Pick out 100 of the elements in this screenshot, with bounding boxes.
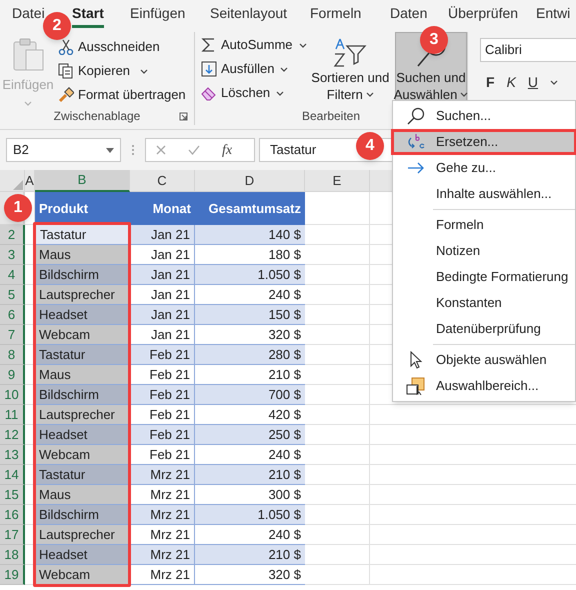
menu-item[interactable]: Inhalte auswählen... [393,181,575,207]
ribbon-button[interactable]: AutoSumme [201,34,308,56]
check-icon [188,145,200,155]
row-header[interactable]: 19 [0,565,25,585]
table-cell: Headset [35,545,130,565]
table-cell: Feb 21 [130,405,195,425]
row-header[interactable]: 14 [0,465,25,485]
table-cell: Bildschirm [35,385,130,405]
dropdown-arrow-icon [106,148,114,152]
row-header[interactable]: 13 [0,445,25,465]
ribbon-button[interactable]: Kopieren [56,60,188,82]
table-cell: Feb 21 [130,425,195,445]
table-cell: 210 $ [195,465,305,485]
grip-icon [131,144,135,156]
cancel-icon [156,145,166,155]
row-header[interactable]: 17 [0,525,25,545]
ribbon-button[interactable]: Format übertragen [56,84,188,106]
row-header[interactable]: 4 [0,265,25,285]
grid-cell [305,525,370,545]
row-header[interactable]: 2 [0,225,25,245]
table-header-cell: Gesamtumsatz [195,192,305,225]
group-label: Zwischenablage [54,108,140,125]
table-cell: Headset [35,305,130,325]
table-cell: 150 $ [195,305,305,325]
column-header[interactable]: C [130,170,195,192]
row-header[interactable]: 3 [0,245,25,265]
menu-item[interactable]: Auswahlbereich... [393,373,575,399]
table-header-cell: Monat [130,192,195,225]
format-button[interactable]: F [486,72,495,93]
table-cell: Feb 21 [130,445,195,465]
table-cell: Tastatur [35,465,130,485]
row-header[interactable]: 9 [0,365,25,385]
table-cell: 210 $ [195,545,305,565]
row-header[interactable]: 18 [0,545,25,565]
table-cell: Mrz 21 [130,465,195,485]
font-name-field[interactable]: Calibri [480,38,576,62]
row-header[interactable]: 11 [0,405,25,425]
menu-item[interactable]: Datenüberprüfung [393,316,575,342]
menu-item[interactable]: Suchen... [393,103,575,129]
row-header[interactable]: 6 [0,305,25,325]
column-header[interactable]: D [195,170,305,192]
function-button[interactable]: fx [222,140,232,160]
menu-item[interactable]: Bedingte Formatierung [393,264,575,290]
format-button[interactable]: K [506,72,516,93]
ribbon-button[interactable]: Ausfüllen [201,58,308,80]
ribbon-button[interactable]: Löschen [201,82,308,104]
format-button[interactable]: U [528,72,538,93]
ribbon-tab[interactable]: Daten [390,5,428,28]
column-header[interactable]: B [35,170,130,192]
table-cell: Webcam [35,325,130,345]
ribbon-tab[interactable]: Entwi [536,5,570,28]
grid-cell [305,405,370,425]
column-header[interactable]: E [305,170,370,192]
table-cell: Webcam [35,445,130,465]
row-header[interactable]: 16 [0,505,25,525]
table-cell: Feb 21 [130,365,195,385]
row-header[interactable]: 8 [0,345,25,365]
table-cell: 700 $ [195,385,305,405]
table-cell: Jan 21 [130,225,195,245]
scissors-icon [58,39,74,55]
arrow-right-icon [407,162,425,174]
table-cell: Tastatur [35,225,130,245]
search-icon [407,107,425,125]
pointer-icon [409,351,423,369]
ribbon-tab[interactable]: Datei [12,5,45,28]
grid-cell [305,485,370,505]
menu-item[interactable]: Formeln [393,212,575,238]
table-cell: Jan 21 [130,305,195,325]
row-header[interactable]: 5 [0,285,25,305]
menu-item[interactable]: Objekte auswählen [393,347,575,373]
table-cell: Lautsprecher [35,285,130,305]
table-cell: Tastatur [35,345,130,365]
menu-item[interactable]: Ersetzen... [391,129,576,155]
table-cell: Mrz 21 [130,565,195,585]
row-header[interactable]: 12 [0,425,25,445]
table-cell: Maus [35,365,130,385]
table-cell: Webcam [35,565,130,585]
fill-down-icon [201,61,217,77]
column-header[interactable]: A [25,170,35,192]
ribbon-tab[interactable]: Einfügen [130,5,186,28]
caret-icon [366,92,374,97]
row-header[interactable]: 15 [0,485,25,505]
caret-icon [550,80,558,85]
menu-item[interactable]: Notizen [393,238,575,264]
table-cell: Jan 21 [130,325,195,345]
ribbon-tab[interactable]: Überprüfen [448,5,518,28]
ribbon-tab[interactable]: Seitenlayout [210,5,288,28]
dialog-launcher-icon [179,112,188,121]
table-cell: Lautsprecher [35,525,130,545]
ribbon-tab[interactable]: Formeln [310,5,362,28]
row-header[interactable]: 10 [0,385,25,405]
menu-item[interactable]: Gehe zu... [393,155,575,181]
sort-filter-button[interactable]: Sortieren und Filtern [308,32,393,104]
group-label: Bearbeiten [302,108,360,125]
menu-item[interactable]: Konstanten [393,290,575,316]
name-box[interactable]: B2 [6,138,121,162]
table-cell: 280 $ [195,345,305,365]
row-header[interactable]: 7 [0,325,25,345]
table-cell: Feb 21 [130,385,195,405]
grid-cell [305,425,370,445]
